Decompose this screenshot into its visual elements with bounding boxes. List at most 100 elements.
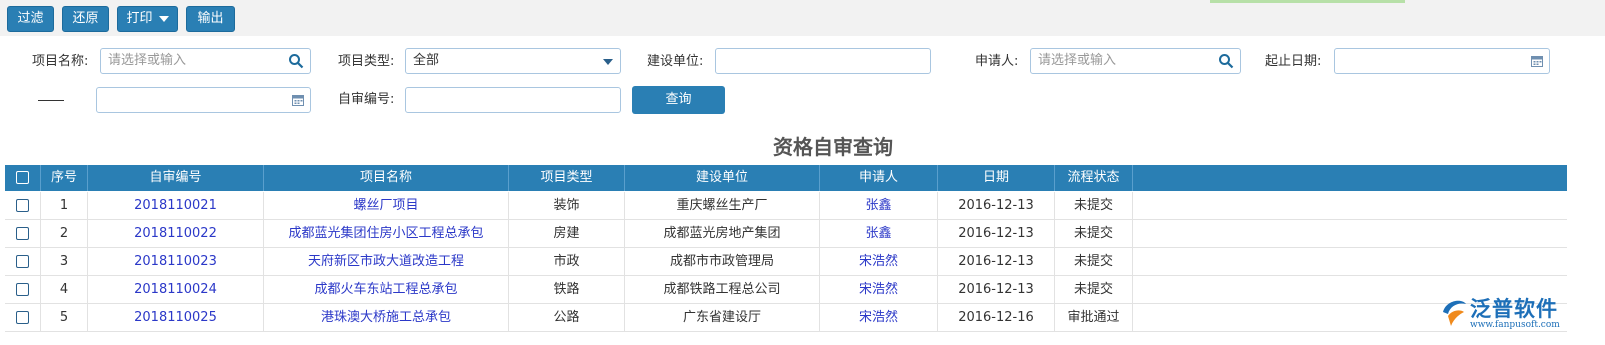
table-row[interactable]: 3 2018110023 天府新区市政大道改造工程 市政 成都市市政管理局 宋浩… [5,248,1567,276]
review-no-label: 自审编号: [338,92,395,107]
cell-project-type: 房建 [509,220,625,247]
row-checkbox[interactable] [16,199,29,212]
cell-no: 2 [41,220,88,247]
table-row[interactable]: 4 2018110024 成都火车东站工程总承包 铁路 成都铁路工程总公司 宋浩… [5,276,1567,304]
row-checkbox[interactable] [16,311,29,324]
select-all-checkbox[interactable] [16,171,29,184]
fanpu-logo: 泛普软件 www.fanpusoft.com [1440,292,1565,337]
cell-project-type: 铁路 [509,276,625,303]
calendar-icon[interactable] [292,94,304,106]
date-range-separator [38,100,64,101]
cell-project-name-link[interactable]: 天府新区市政大道改造工程 [264,248,509,275]
fanpu-logo-icon [1443,300,1466,326]
cell-date: 2016-12-13 [938,248,1055,275]
end-date-input[interactable] [96,87,311,113]
toolbar: 过滤 还原 打印 输出 [0,0,1605,36]
filter-button[interactable]: 过滤 [7,6,54,32]
select-all-cell [5,165,41,191]
table-row[interactable]: 1 2018110021 螺丝厂项目 装饰 重庆螺丝生产厂 张鑫 2016-12… [5,192,1567,220]
start-end-date-label: 起止日期: [1265,54,1322,69]
cell-build-unit: 重庆螺丝生产厂 [625,192,820,219]
row-checkbox-cell [5,276,41,303]
logo-brand-text: 泛普软件 [1470,297,1558,321]
header-status[interactable]: 流程状态 [1055,165,1133,191]
search-icon[interactable] [288,53,304,69]
logo-url-text: www.fanpusoft.com [1470,320,1560,330]
cell-applicant-link[interactable]: 宋浩然 [820,304,938,331]
header-project-name[interactable]: 项目名称 [264,165,509,191]
export-button[interactable]: 输出 [186,6,235,32]
applicant-input[interactable]: 请选择或输入 [1030,48,1241,74]
cell-project-type: 公路 [509,304,625,331]
cell-no: 4 [41,276,88,303]
cell-project-name-link[interactable]: 成都蓝光集团住房小区工程总承包 [264,220,509,247]
reset-button[interactable]: 还原 [62,6,109,32]
cell-date: 2016-12-13 [938,192,1055,219]
cell-project-type: 市政 [509,248,625,275]
print-button-label: 打印 [126,11,153,26]
applicant-label: 申请人: [975,54,1019,69]
cell-status: 未提交 [1055,192,1133,219]
cell-review-no-link[interactable]: 2018110022 [88,220,264,247]
dropdown-arrow-icon [603,59,613,65]
header-project-type[interactable]: 项目类型 [509,165,625,191]
cell-review-no-link[interactable]: 2018110023 [88,248,264,275]
header-no[interactable]: 序号 [41,165,88,191]
cell-date: 2016-12-13 [938,220,1055,247]
cell-build-unit: 成都蓝光房地产集团 [625,220,820,247]
cell-build-unit: 成都铁路工程总公司 [625,276,820,303]
cell-date: 2016-12-13 [938,276,1055,303]
cell-review-no-link[interactable]: 2018110021 [88,192,264,219]
project-type-label: 项目类型: [338,54,395,69]
project-type-select[interactable]: 全部 [405,48,621,74]
cell-no: 3 [41,248,88,275]
header-applicant[interactable]: 申请人 [820,165,938,191]
table-row[interactable]: 2 2018110022 成都蓝光集团住房小区工程总承包 房建 成都蓝光房地产集… [5,220,1567,248]
build-unit-input[interactable] [715,48,931,74]
row-checkbox-cell [5,248,41,275]
table-row[interactable]: 5 2018110025 港珠澳大桥施工总承包 公路 广东省建设厅 宋浩然 20… [5,304,1567,332]
cell-applicant-link[interactable]: 宋浩然 [820,276,938,303]
header-review-no[interactable]: 自审编号 [88,165,264,191]
cell-status: 审批通过 [1055,304,1133,331]
query-button[interactable]: 查询 [632,86,725,114]
dropdown-arrow-icon [158,15,169,22]
page-title: 资格自审查询 [773,135,893,159]
cell-applicant-link[interactable]: 张鑫 [820,220,938,247]
cell-no: 5 [41,304,88,331]
cell-build-unit: 广东省建设厅 [625,304,820,331]
cell-applicant-link[interactable]: 张鑫 [820,192,938,219]
row-checkbox-cell [5,304,41,331]
table-header: 序号 自审编号 项目名称 项目类型 建设单位 申请人 日期 流程状态 [5,165,1567,191]
cell-status: 未提交 [1055,220,1133,247]
search-icon[interactable] [1218,53,1234,69]
review-no-input[interactable] [405,87,621,113]
cell-review-no-link[interactable]: 2018110024 [88,276,264,303]
build-unit-label: 建设单位: [647,54,704,69]
row-checkbox[interactable] [16,255,29,268]
calendar-icon[interactable] [1531,55,1543,67]
print-button[interactable]: 打印 [117,6,178,32]
cell-project-type: 装饰 [509,192,625,219]
row-checkbox[interactable] [16,227,29,240]
toolbar-accent-line [1210,0,1405,3]
cell-applicant-link[interactable]: 宋浩然 [820,248,938,275]
applicant-placeholder: 请选择或输入 [1038,53,1117,68]
row-checkbox-cell [5,192,41,219]
cell-project-name-link[interactable]: 螺丝厂项目 [264,192,509,219]
cell-status: 未提交 [1055,248,1133,275]
project-type-value: 全部 [413,53,440,68]
cell-project-name-link[interactable]: 成都火车东站工程总承包 [264,276,509,303]
row-checkbox[interactable] [16,283,29,296]
header-date[interactable]: 日期 [938,165,1055,191]
cell-review-no-link[interactable]: 2018110025 [88,304,264,331]
project-name-label: 项目名称: [32,54,89,69]
header-build-unit[interactable]: 建设单位 [625,165,820,191]
cell-project-name-link[interactable]: 港珠澳大桥施工总承包 [264,304,509,331]
cell-status: 未提交 [1055,276,1133,303]
cell-date: 2016-12-16 [938,304,1055,331]
start-date-input[interactable] [1334,48,1550,74]
cell-no: 1 [41,192,88,219]
project-name-input[interactable]: 请选择或输入 [100,48,311,74]
project-name-placeholder: 请选择或输入 [108,53,187,68]
